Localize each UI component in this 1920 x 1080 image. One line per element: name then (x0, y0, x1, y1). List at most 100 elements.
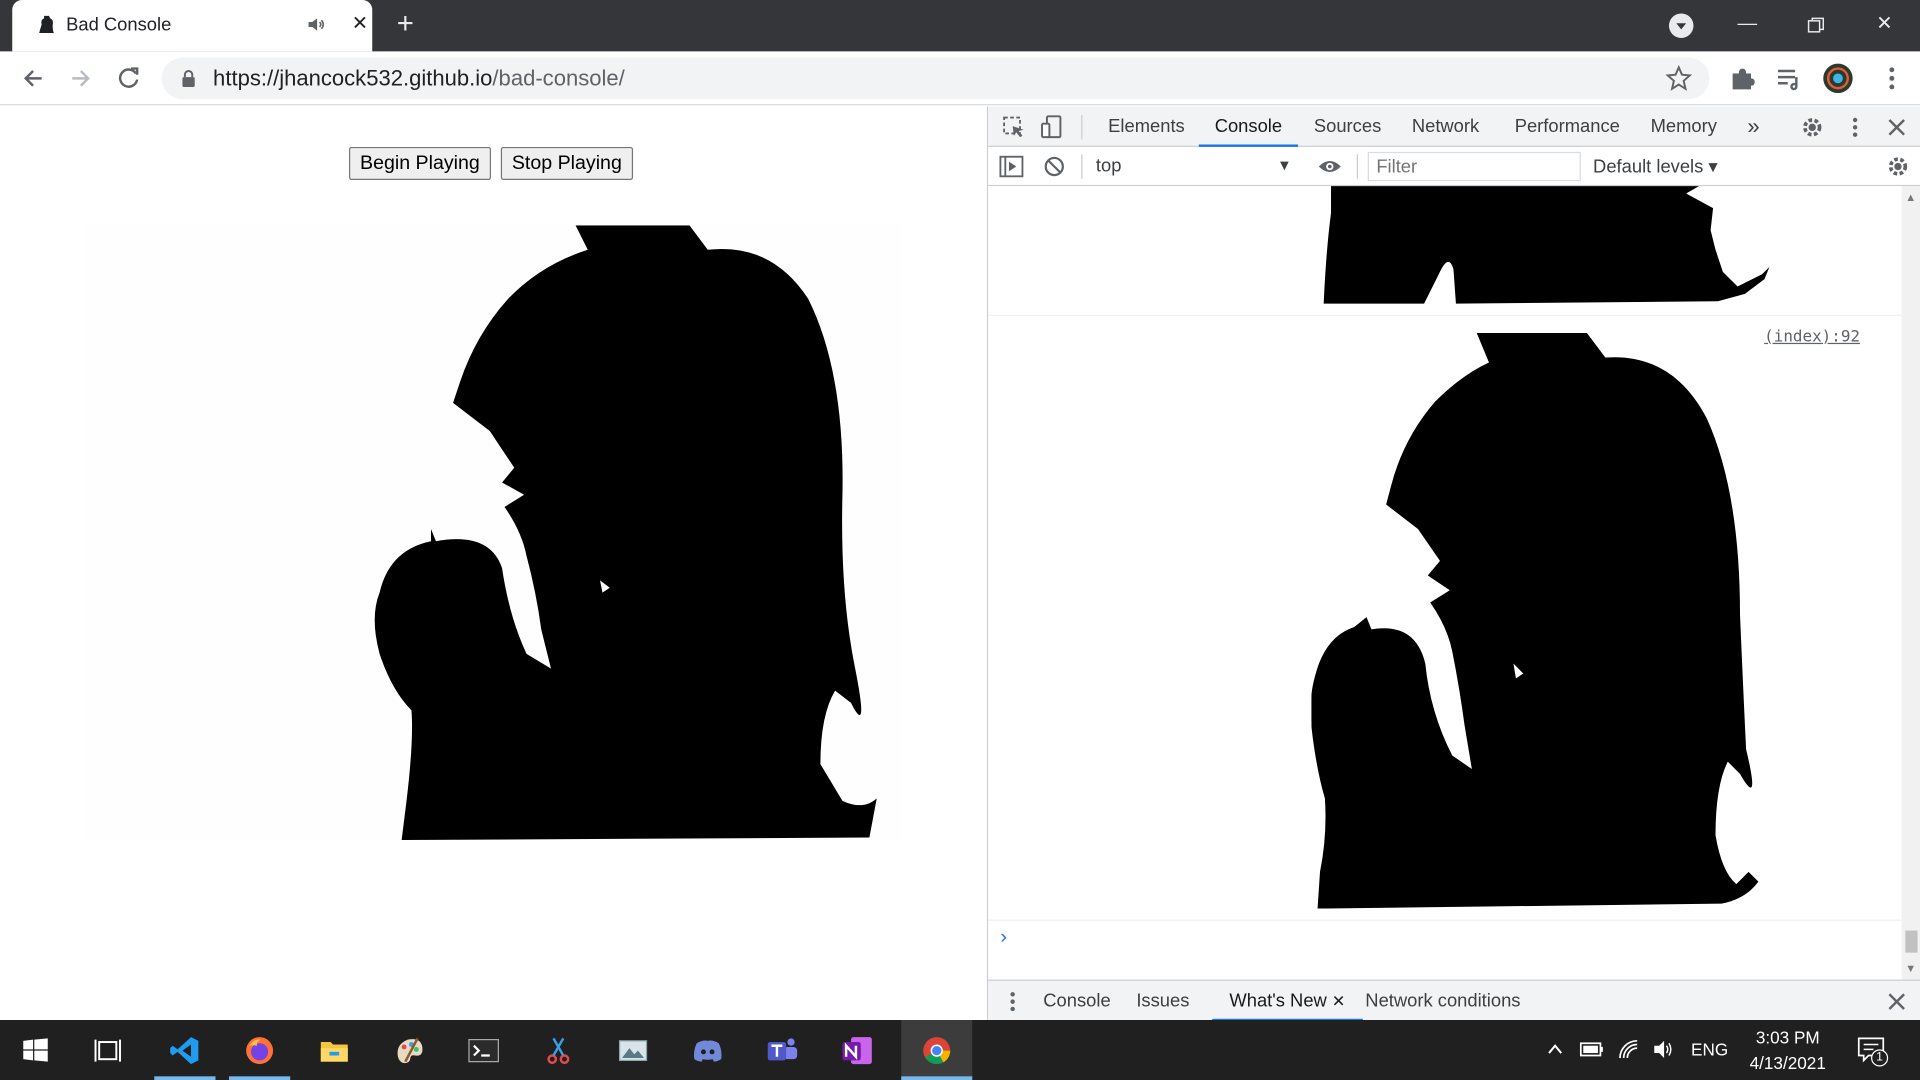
running-indicator (901, 1076, 973, 1080)
address-bar[interactable]: https://jhancock532.github.io/bad-consol… (161, 57, 1710, 100)
url-path: /bad-console/ (492, 66, 625, 91)
tab-memory[interactable]: Memory (1651, 107, 1717, 147)
devtools-panel: Elements Console Sources Network Perform… (986, 106, 1920, 1022)
close-tab-icon[interactable]: ✕ (1332, 992, 1345, 1010)
paint-app[interactable] (378, 1020, 439, 1080)
console-scrollbar[interactable]: ▲ ▼ (1901, 186, 1920, 980)
start-icon (23, 1038, 48, 1062)
source-link[interactable]: (index):92 (1764, 328, 1860, 346)
show-hidden-icons-icon[interactable] (1545, 1040, 1565, 1060)
devtools-drawer: Console Issues What's New ✕ Network cond… (988, 979, 1920, 1022)
firefox-icon (246, 1037, 274, 1065)
wifi-icon[interactable] (1618, 1038, 1642, 1060)
media-control-icon[interactable] (1773, 62, 1805, 94)
extensions-icon[interactable] (1727, 62, 1759, 94)
chrome-icon (923, 1037, 951, 1065)
firefox-app[interactable] (228, 1020, 291, 1080)
discord-app[interactable] (677, 1020, 738, 1080)
scroll-down-arrow[interactable]: ▼ (1905, 962, 1916, 974)
snip-icon (547, 1037, 570, 1065)
tab-elements[interactable]: Elements (1108, 107, 1185, 147)
start-button[interactable] (5, 1020, 66, 1080)
onenote-app[interactable] (827, 1020, 888, 1080)
clock-date: 4/13/2021 (1749, 1053, 1826, 1073)
minimize-button[interactable]: — (1719, 7, 1775, 44)
running-indicator (154, 1076, 216, 1080)
console-image-frame (1323, 186, 1770, 304)
close-window-button[interactable]: ✕ (1856, 7, 1912, 44)
web-page: Begin Playing Stop Playing (0, 106, 987, 1021)
chevron-down-icon (1676, 23, 1687, 30)
scroll-up-arrow[interactable]: ▲ (1905, 191, 1916, 203)
settings-gear-icon[interactable] (1799, 114, 1826, 141)
running-indicator (228, 1076, 291, 1080)
onenote-icon (842, 1037, 872, 1065)
scrollbar-thumb[interactable] (1905, 930, 1918, 953)
forward-icon[interactable] (64, 61, 98, 95)
console-output: (index):92 › (988, 186, 1902, 980)
teams-app[interactable] (752, 1020, 813, 1080)
execution-context-select[interactable]: top (1096, 156, 1122, 177)
drawer-menu-icon[interactable] (999, 988, 1026, 1015)
tab-console[interactable]: Console (1198, 107, 1299, 147)
url-text[interactable]: https://jhancock532.github.io/bad-consol… (213, 66, 625, 92)
stop-playing-button[interactable]: Stop Playing (500, 146, 633, 181)
close-drawer-icon[interactable] (1883, 988, 1910, 1015)
log-levels-dropdown[interactable]: Default levels ▾ (1593, 156, 1718, 178)
tab-close-icon[interactable]: ✕ (349, 13, 371, 35)
devtools-tab-bar: Elements Console Sources Network Perform… (988, 106, 1920, 147)
photos-app[interactable] (602, 1020, 663, 1080)
file-explorer-app[interactable] (304, 1020, 365, 1080)
drawer-tab-label: What's New (1229, 990, 1327, 1012)
task-view-button[interactable] (77, 1020, 138, 1080)
device-toolbar-icon[interactable] (1038, 114, 1065, 141)
snip-app[interactable] (528, 1020, 589, 1080)
system-clock[interactable]: 3:03 PM 4/13/2021 (1736, 1025, 1839, 1076)
reload-icon[interactable] (111, 61, 145, 95)
drawer-tab-issues[interactable]: Issues (1136, 981, 1189, 1021)
teams-icon (767, 1038, 798, 1061)
profile-avatar-icon[interactable] (1822, 62, 1854, 94)
vscode-icon (170, 1037, 199, 1065)
begin-playing-button[interactable]: Begin Playing (348, 146, 491, 181)
input-language[interactable]: ENG (1691, 1040, 1728, 1080)
drawer-tab-console[interactable]: Console (1043, 981, 1110, 1021)
console-filter-input[interactable] (1367, 151, 1581, 182)
battery-icon[interactable] (1578, 1038, 1605, 1060)
tab-search-button[interactable] (1668, 13, 1694, 38)
drawer-tab-whats-new[interactable]: What's New ✕ (1212, 981, 1363, 1022)
devtools-menu-icon[interactable] (1842, 114, 1869, 141)
console-settings-icon[interactable] (1884, 153, 1911, 180)
new-tab-button[interactable]: + (389, 9, 421, 42)
chrome-menu-icon[interactable] (1876, 62, 1908, 94)
speaker-icon[interactable] (306, 15, 326, 35)
vscode-app[interactable] (154, 1020, 216, 1080)
tab-network[interactable]: Network (1412, 107, 1479, 147)
console-prompt-icon[interactable]: › (1000, 927, 1007, 949)
bookmark-star-icon[interactable] (1665, 64, 1693, 92)
console-filter-bar: top ▼ Default levels ▾ (988, 146, 1920, 187)
filter-divider (1081, 154, 1083, 179)
restore-button[interactable] (1788, 7, 1844, 44)
back-icon[interactable] (16, 61, 50, 95)
more-tabs-icon[interactable]: » (1747, 107, 1759, 147)
action-center-button[interactable]: 1 (1856, 1035, 1889, 1067)
paint-icon (397, 1037, 423, 1064)
tab-performance[interactable]: Performance (1515, 107, 1620, 147)
tab-sources[interactable]: Sources (1314, 107, 1381, 147)
browser-tab[interactable]: Bad Console ✕ (12, 0, 373, 52)
terminal-app[interactable] (453, 1020, 514, 1080)
lock-icon[interactable] (181, 70, 196, 87)
clear-console-icon[interactable] (1041, 153, 1068, 180)
toolbar-divider (1081, 115, 1083, 140)
live-expression-eye-icon[interactable] (1316, 153, 1343, 180)
chrome-app[interactable] (901, 1020, 973, 1080)
browser-toolbar: https://jhancock532.github.io/bad-consol… (0, 51, 1920, 106)
terminal-icon (468, 1038, 499, 1063)
show-sidebar-icon[interactable] (998, 153, 1025, 180)
drawer-tab-network-conditions[interactable]: Network conditions (1365, 981, 1520, 1021)
volume-icon[interactable] (1652, 1038, 1676, 1060)
context-dropdown-icon[interactable]: ▼ (1277, 157, 1292, 174)
inspect-element-icon[interactable] (1000, 114, 1027, 141)
close-devtools-icon[interactable] (1883, 114, 1910, 141)
